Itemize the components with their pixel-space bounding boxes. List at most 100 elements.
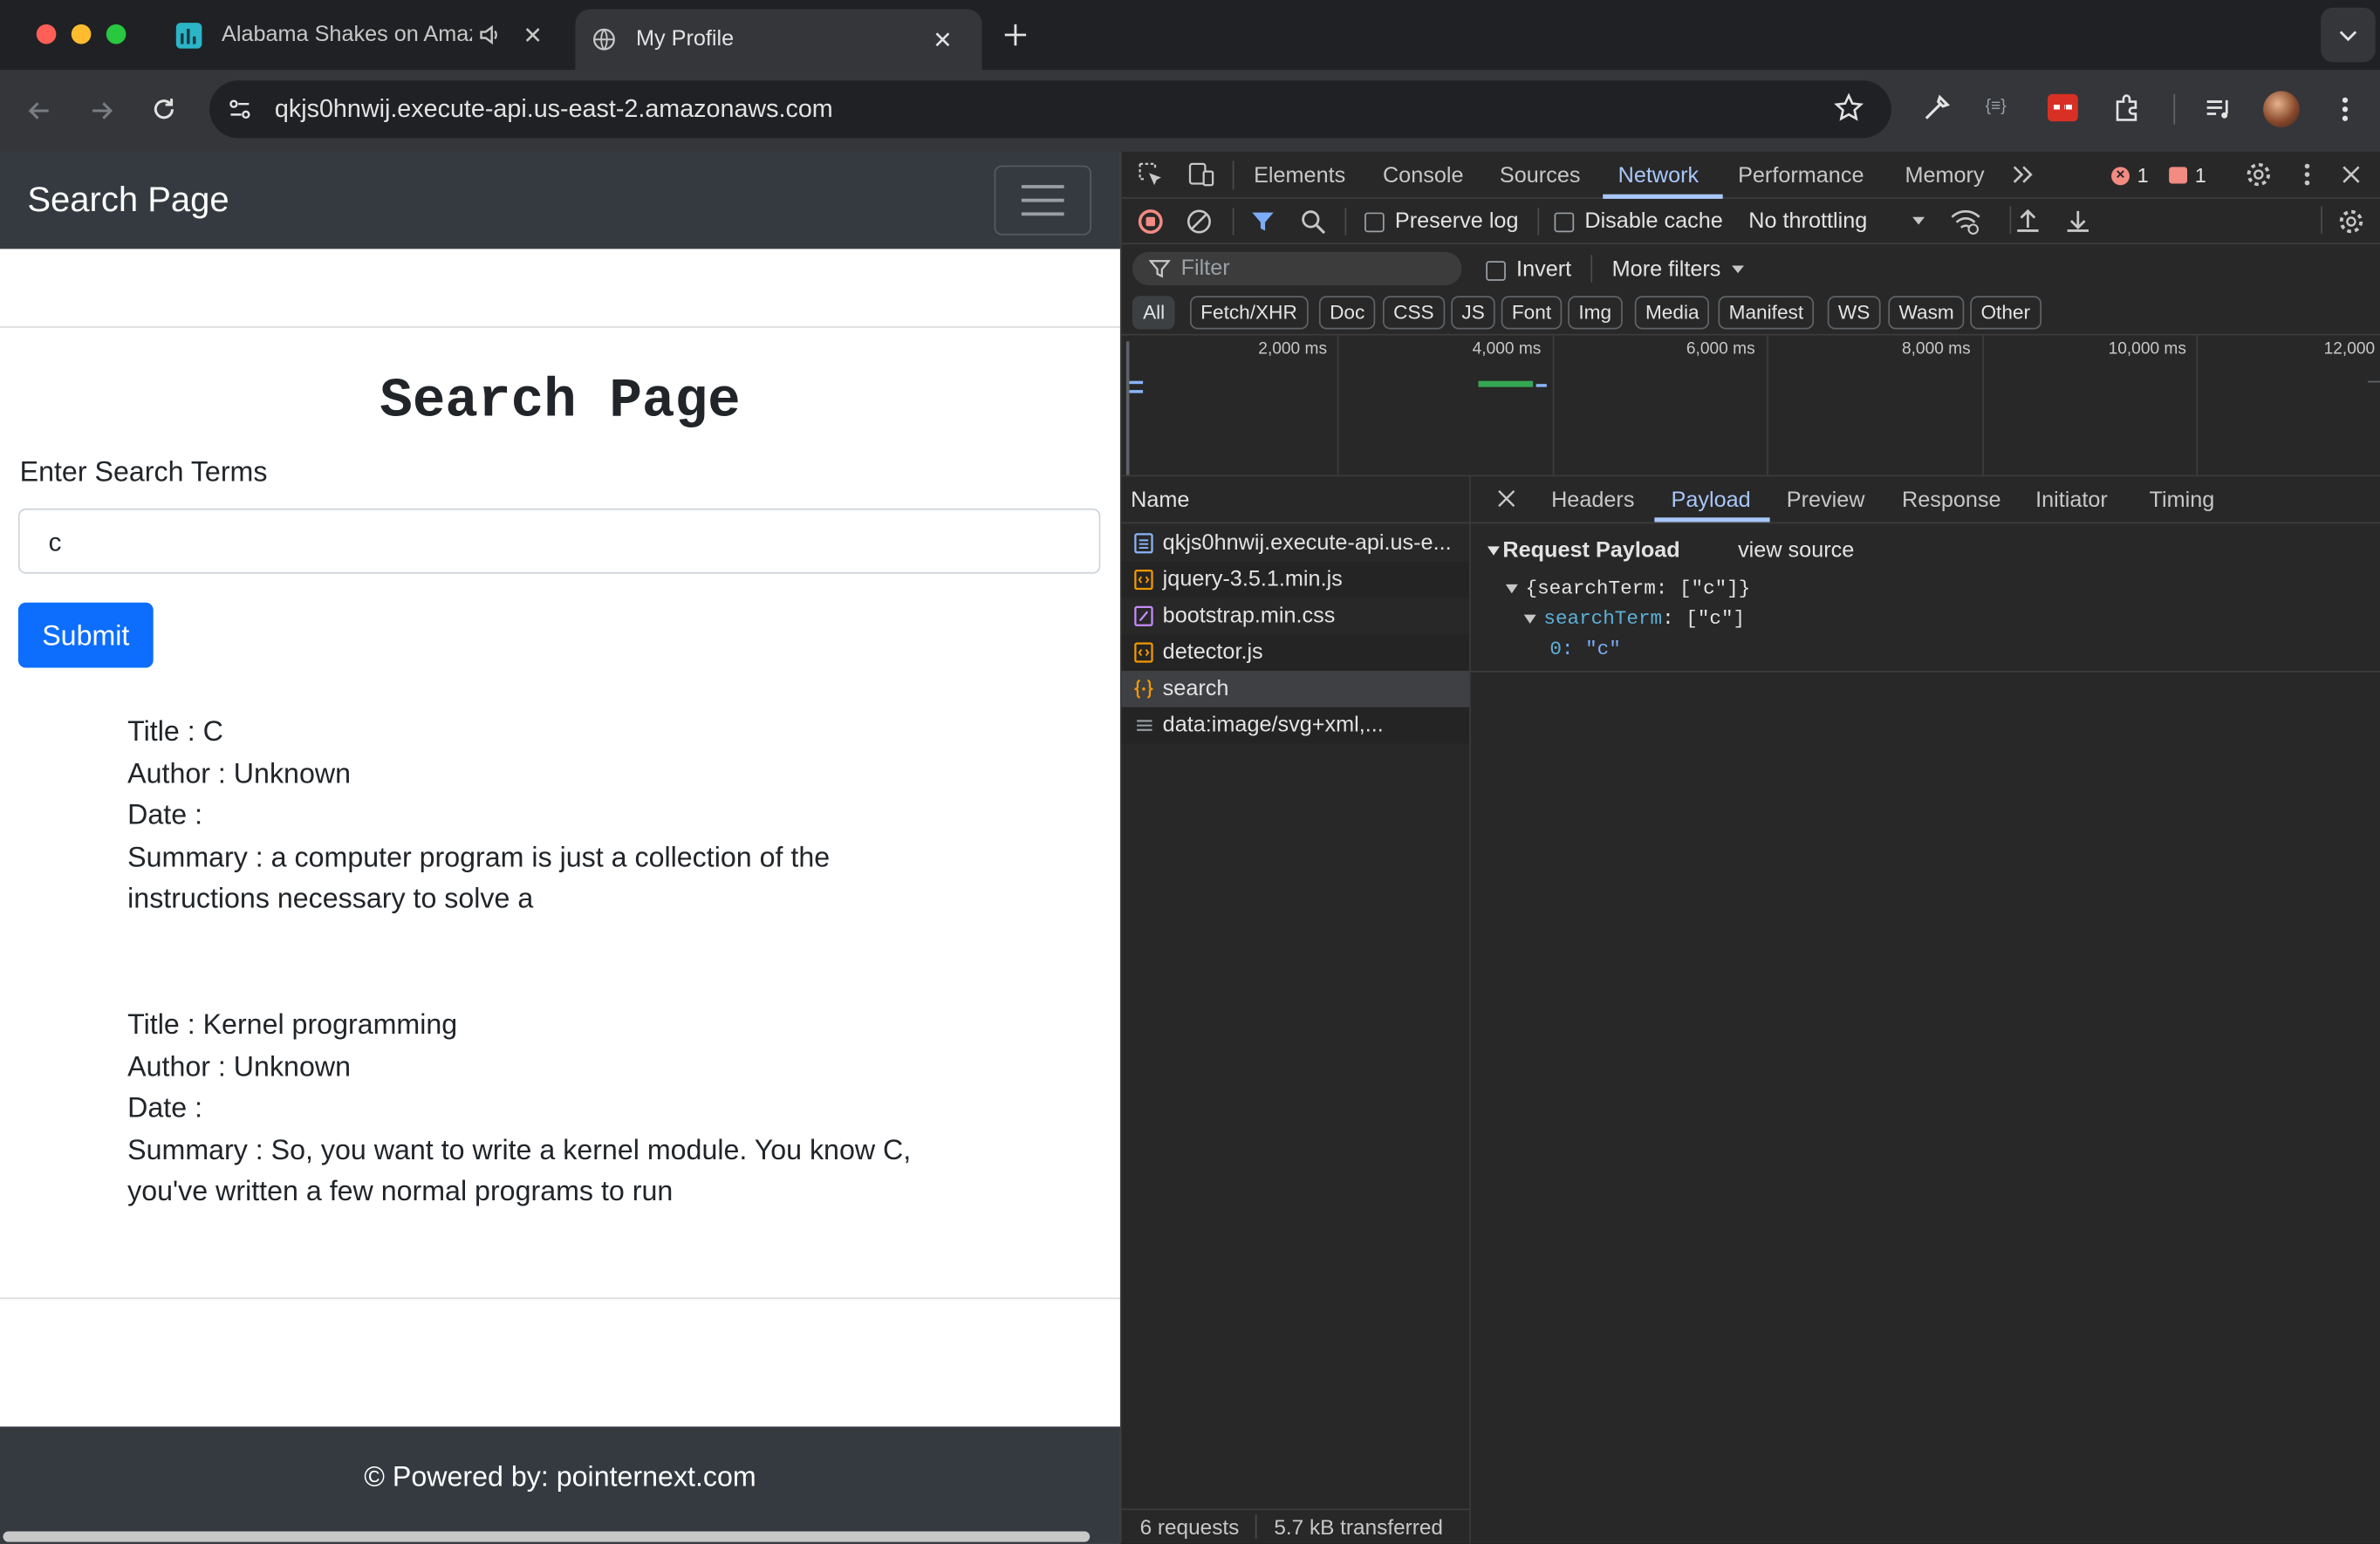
close-tab-icon[interactable] bbox=[523, 26, 542, 44]
tab-network[interactable]: Network bbox=[1618, 164, 1700, 188]
navbar-toggler-button[interactable] bbox=[994, 165, 1091, 236]
detail-tab-payload[interactable]: Payload bbox=[1672, 488, 1751, 513]
type-filter-wasm[interactable]: Wasm bbox=[1888, 296, 1965, 330]
close-window-button[interactable] bbox=[36, 24, 57, 44]
type-filter-img[interactable]: Img bbox=[1568, 296, 1623, 330]
new-tab-icon[interactable] bbox=[1003, 23, 1028, 47]
minimize-window-button[interactable] bbox=[71, 24, 92, 44]
browser-menu-icon[interactable] bbox=[2333, 94, 2357, 125]
triangle-down-icon bbox=[1504, 580, 1519, 595]
toolbar-divider bbox=[2173, 93, 2176, 125]
detail-tab-initiator[interactable]: Initiator bbox=[2035, 488, 2108, 513]
detail-tab-timing[interactable]: Timing bbox=[2150, 488, 2215, 513]
more-filters-dropdown[interactable]: More filters bbox=[1612, 258, 1746, 283]
color-picker-extension-icon[interactable] bbox=[1922, 92, 1953, 123]
preserve-log-checkbox[interactable]: Preserve log bbox=[1364, 209, 1519, 234]
close-tab-icon[interactable] bbox=[934, 31, 952, 49]
payload-index-value: : "c" bbox=[1561, 637, 1621, 660]
request-row[interactable]: jquery-3.5.1.min.js bbox=[1121, 561, 1470, 598]
timeline-tick: 12,000 bbox=[2323, 339, 2376, 359]
search-icon[interactable] bbox=[1299, 208, 1326, 235]
export-har-icon[interactable] bbox=[2064, 207, 2091, 237]
filter-input[interactable]: Filter bbox=[1132, 251, 1462, 286]
result-summary-cont: instructions necessary to solve a bbox=[127, 882, 534, 915]
back-icon[interactable] bbox=[24, 96, 55, 126]
tab-search-button[interactable] bbox=[2321, 7, 2376, 63]
error-count[interactable]: × 1 bbox=[2111, 164, 2149, 187]
horizontal-scrollbar[interactable] bbox=[3, 1531, 1091, 1542]
type-filter-js[interactable]: JS bbox=[1451, 296, 1496, 330]
lastpass-extension-icon[interactable] bbox=[2047, 93, 2078, 122]
tab-sources[interactable]: Sources bbox=[1500, 164, 1581, 188]
site-settings-icon[interactable] bbox=[226, 96, 253, 123]
forward-icon[interactable] bbox=[86, 96, 117, 126]
type-filter-ws[interactable]: WS bbox=[1827, 296, 1881, 330]
reload-icon[interactable] bbox=[149, 94, 180, 125]
url-text[interactable]: qkjs0hnwij.execute-api.us-east-2.amazona… bbox=[275, 95, 833, 124]
extensions-puzzle-icon[interactable] bbox=[2111, 92, 2142, 123]
json-extension-icon[interactable]: {≡} bbox=[1986, 97, 2007, 115]
request-payload-header[interactable]: Request Payload bbox=[1486, 539, 1680, 563]
network-conditions-icon[interactable] bbox=[1949, 207, 1982, 237]
request-row[interactable]: qkjs0hnwij.execute-api.us-e... bbox=[1122, 525, 1469, 562]
payload-root-text: {searchTerm: ["c"]} bbox=[1525, 577, 1751, 600]
inspect-element-icon[interactable] bbox=[1137, 161, 1164, 188]
network-settings-gear-icon[interactable] bbox=[2337, 208, 2364, 235]
invert-checkbox[interactable]: Invert bbox=[1486, 258, 1571, 283]
request-row[interactable]: detector.js bbox=[1121, 634, 1470, 671]
profile-avatar[interactable] bbox=[2263, 91, 2300, 128]
detail-tab-headers[interactable]: Headers bbox=[1551, 488, 1634, 513]
result-summary: Summary : a computer program is just a c… bbox=[127, 840, 831, 873]
issue-count[interactable]: 1 bbox=[2169, 164, 2206, 187]
filter-funnel-icon[interactable] bbox=[1251, 209, 1275, 234]
type-filter-all[interactable]: All bbox=[1132, 296, 1176, 330]
record-stop-icon[interactable] bbox=[1138, 209, 1163, 234]
close-detail-icon[interactable] bbox=[1496, 488, 1516, 509]
maximize-window-button[interactable] bbox=[106, 24, 127, 44]
view-source-link[interactable]: view source bbox=[1738, 539, 1854, 564]
submit-button[interactable]: Submit bbox=[17, 602, 154, 668]
tab-performance[interactable]: Performance bbox=[1738, 164, 1864, 188]
request-detail-pane: Headers Payload Preview Response Initiat… bbox=[1470, 476, 2380, 1544]
close-devtools-icon[interactable] bbox=[2341, 164, 2362, 185]
name-column-header[interactable]: Name bbox=[1131, 488, 1189, 513]
disable-cache-checkbox[interactable]: Disable cache bbox=[1554, 209, 1723, 234]
type-filter-font[interactable]: Font bbox=[1501, 296, 1563, 330]
import-har-icon[interactable] bbox=[2014, 207, 2041, 237]
type-filter-css[interactable]: CSS bbox=[1382, 296, 1445, 330]
type-filter-media[interactable]: Media bbox=[1634, 296, 1710, 330]
network-toolbar: Preserve log Disable cache No throttling bbox=[1121, 199, 2380, 245]
bookmark-star-icon[interactable] bbox=[1834, 92, 1864, 123]
filter-icon bbox=[1149, 258, 1171, 279]
address-bar[interactable]: qkjs0hnwij.execute-api.us-east-2.amazona… bbox=[209, 80, 1891, 139]
request-row[interactable]: data:image/svg+xml,... bbox=[1121, 707, 1470, 744]
tab-memory[interactable]: Memory bbox=[1905, 164, 1984, 188]
media-control-icon[interactable] bbox=[2204, 94, 2234, 125]
request-row[interactable]: bootstrap.min.css bbox=[1122, 598, 1469, 634]
type-filter-other[interactable]: Other bbox=[1970, 296, 2041, 330]
detail-tab-response[interactable]: Response bbox=[1902, 488, 2001, 513]
detail-tabs-divider bbox=[1470, 522, 2380, 524]
tab-elements[interactable]: Elements bbox=[1254, 164, 1345, 188]
devtools-menu-icon[interactable] bbox=[2295, 161, 2320, 188]
request-row-selected[interactable]: search bbox=[1121, 670, 1470, 707]
clear-icon[interactable] bbox=[1186, 208, 1213, 235]
detail-tab-preview[interactable]: Preview bbox=[1787, 488, 1865, 513]
device-toolbar-icon[interactable] bbox=[1186, 161, 1216, 188]
result-title: Title : Kernel programming bbox=[127, 1008, 458, 1040]
tab-alabama-shakes[interactable]: Alabama Shakes on Amaz bbox=[158, 0, 571, 70]
type-filter-fetch-xhr[interactable]: Fetch/XHR bbox=[1190, 296, 1308, 330]
search-input[interactable]: c bbox=[17, 508, 1101, 574]
speaker-icon[interactable] bbox=[478, 23, 503, 47]
navbar-brand[interactable]: Search Page bbox=[27, 179, 229, 220]
tab-my-profile[interactable]: My Profile bbox=[575, 9, 982, 71]
throttling-select[interactable]: No throttling bbox=[1748, 209, 1926, 234]
type-filter-manifest[interactable]: Manifest bbox=[1718, 296, 1815, 330]
network-status-bar: 6 requests 5.7 kB transferred bbox=[1122, 1510, 1469, 1543]
payload-searchterm-node[interactable]: searchTerm : ["c"] bbox=[1522, 607, 1745, 630]
more-tabs-icon[interactable] bbox=[2009, 162, 2034, 187]
payload-root-node[interactable]: {searchTerm: ["c"]} bbox=[1504, 577, 1750, 599]
type-filter-doc[interactable]: Doc bbox=[1318, 296, 1376, 330]
tab-console[interactable]: Console bbox=[1383, 164, 1464, 188]
settings-gear-icon[interactable] bbox=[2245, 161, 2272, 188]
